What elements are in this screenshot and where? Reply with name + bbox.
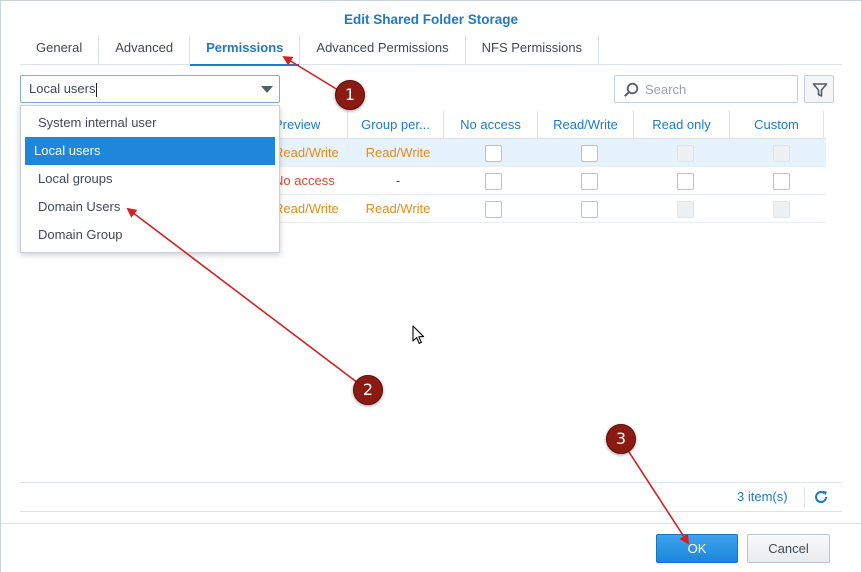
ok-button[interactable]: OK (656, 534, 738, 563)
annotation-badge-2: 2 (353, 375, 383, 405)
tab-advanced[interactable]: Advanced (99, 35, 191, 65)
search-field[interactable]: Search (614, 75, 798, 103)
column-header-read-only[interactable]: Read only (634, 111, 730, 139)
custom-checkbox (773, 145, 790, 162)
dropdown-option-domain-users[interactable]: Domain Users (25, 193, 275, 221)
tab-bar: General Advanced Permissions Advanced Pe… (20, 35, 842, 66)
read-only-checkbox[interactable] (677, 173, 694, 190)
group-permission-cell: - (395, 173, 401, 188)
search-icon (624, 82, 639, 97)
filter-icon (812, 83, 828, 97)
dialog-title: Edit Shared Folder Storage (343, 12, 519, 27)
read-only-checkbox (677, 201, 694, 218)
column-header-group-permission[interactable]: Group per... (348, 111, 444, 139)
annotation-badge-1: 1 (335, 80, 365, 110)
refresh-icon[interactable] (813, 489, 829, 505)
annotation-badge-3: 3 (606, 424, 636, 454)
group-permission-cell: Read/Write (365, 201, 431, 216)
column-header-no-access[interactable]: No access (444, 111, 538, 139)
filter-button[interactable] (804, 75, 834, 103)
no-access-checkbox[interactable] (485, 201, 502, 218)
dialog-window: Edit Shared Folder Storage General Advan… (0, 0, 862, 572)
group-permission-cell: Read/Write (365, 145, 431, 160)
tab-advanced-permissions[interactable]: Advanced Permissions (300, 35, 466, 65)
dropdown-option-system-internal-user[interactable]: System internal user (25, 109, 275, 137)
custom-checkbox[interactable] (773, 173, 790, 190)
read-write-checkbox[interactable] (581, 173, 598, 190)
column-header-custom[interactable]: Custom (730, 111, 824, 139)
footer-divider (20, 511, 842, 512)
grid-footer-divider (20, 482, 842, 483)
text-cursor (96, 82, 98, 97)
no-access-checkbox[interactable] (485, 173, 502, 190)
mouse-cursor-icon (412, 325, 425, 344)
search-placeholder: Search (645, 82, 687, 97)
chevron-down-icon[interactable] (261, 86, 273, 93)
custom-checkbox (773, 201, 790, 218)
no-access-checkbox[interactable] (485, 145, 502, 162)
cancel-button[interactable]: Cancel (747, 534, 830, 563)
user-type-select[interactable]: Local users (20, 75, 280, 103)
dropdown-option-local-users[interactable]: Local users (25, 137, 275, 165)
tab-permissions[interactable]: Permissions (190, 35, 301, 66)
tab-general[interactable]: General (20, 35, 100, 65)
tab-nfs-permissions[interactable]: NFS Permissions (466, 35, 600, 65)
column-header-read-write[interactable]: Read/Write (538, 111, 634, 139)
read-write-checkbox[interactable] (581, 145, 598, 162)
user-type-dropdown: System internal user Local users Local g… (20, 105, 280, 253)
footer-separator (804, 487, 805, 507)
dropdown-option-local-groups[interactable]: Local groups (25, 165, 275, 193)
dropdown-option-domain-group[interactable]: Domain Group (25, 221, 275, 249)
read-write-checkbox[interactable] (581, 201, 598, 218)
items-count: 3 item(s) (737, 489, 788, 504)
user-type-select-value: Local users (29, 81, 96, 96)
read-only-checkbox (677, 145, 694, 162)
